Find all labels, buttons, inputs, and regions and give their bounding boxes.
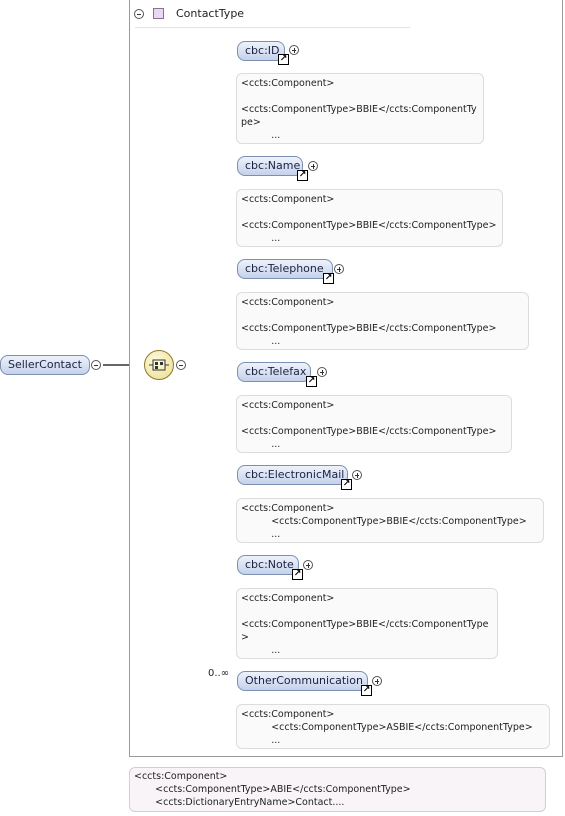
occurrence-label: 0..∞ [208,668,230,679]
annotation-cbc-telephone: <ccts:Component> <ccts:ComponentType>BBI… [236,292,529,350]
type-collapse-button[interactable] [134,9,144,19]
sequence-collapse-button[interactable] [176,360,186,370]
expand-button[interactable] [352,470,362,480]
reference-arrow-icon: ↗ [323,273,334,284]
annotation-cbc-name: <ccts:Component> <ccts:ComponentType>BBI… [236,189,503,247]
sequence-compositor[interactable] [144,350,174,380]
expand-button[interactable] [334,264,344,274]
element-other-communication[interactable]: OtherCommunication [237,671,368,691]
element-cbc-telefax[interactable]: cbc:Telefax [237,362,311,382]
element-cbc-telephone[interactable]: cbc:Telephone [237,259,333,279]
type-header-divider [135,27,410,28]
element-label: OtherCommunication [245,674,363,687]
element-label: cbc:Name [245,159,301,172]
complex-type-icon [153,8,164,19]
reference-arrow-icon: ↗ [278,54,289,65]
annotation-other-communication: <ccts:Component> <ccts:ComponentType>ASB… [236,704,550,749]
type-title: ContactType [176,7,245,20]
reference-arrow-icon: ↗ [292,569,303,580]
element-cbc-electronic-mail[interactable]: cbc:ElectronicMail [237,465,348,485]
expand-button[interactable] [289,45,299,55]
annotation-cbc-note: <ccts:Component> <ccts:ComponentType>BBI… [236,588,498,659]
expand-button[interactable] [317,367,327,377]
annotation-cbc-electronic-mail: <ccts:Component> <ccts:ComponentType>BBI… [236,498,544,543]
element-label: cbc:Telephone [245,262,324,275]
element-label: cbc:ID [245,44,280,57]
element-label: cbc:Telefax [245,365,307,378]
root-element-label: SellerContact [8,358,82,371]
reference-arrow-icon: ↗ [341,479,352,490]
root-element-seller-contact[interactable]: SellerContact [0,355,90,375]
element-label: cbc:Note [245,558,294,571]
reference-arrow-icon: ↗ [361,685,372,696]
sequence-icon [149,359,169,371]
annotation-cbc-telefax: <ccts:Component> <ccts:ComponentType>BBI… [236,395,512,453]
type-annotation: <ccts:Component> <ccts:ComponentType>ABI… [129,767,546,812]
element-cbc-name[interactable]: cbc:Name [237,156,303,176]
reference-arrow-icon: ↗ [297,170,308,181]
reference-arrow-icon: ↗ [306,376,317,387]
element-label: cbc:ElectronicMail [245,468,345,481]
expand-button[interactable] [372,676,382,686]
annotation-cbc-id: <ccts:Component> <ccts:ComponentType>BBI… [236,73,484,144]
expand-button[interactable] [303,560,313,570]
expand-button[interactable] [308,161,318,171]
root-collapse-button[interactable] [91,360,101,370]
element-cbc-note[interactable]: cbc:Note [237,555,299,575]
